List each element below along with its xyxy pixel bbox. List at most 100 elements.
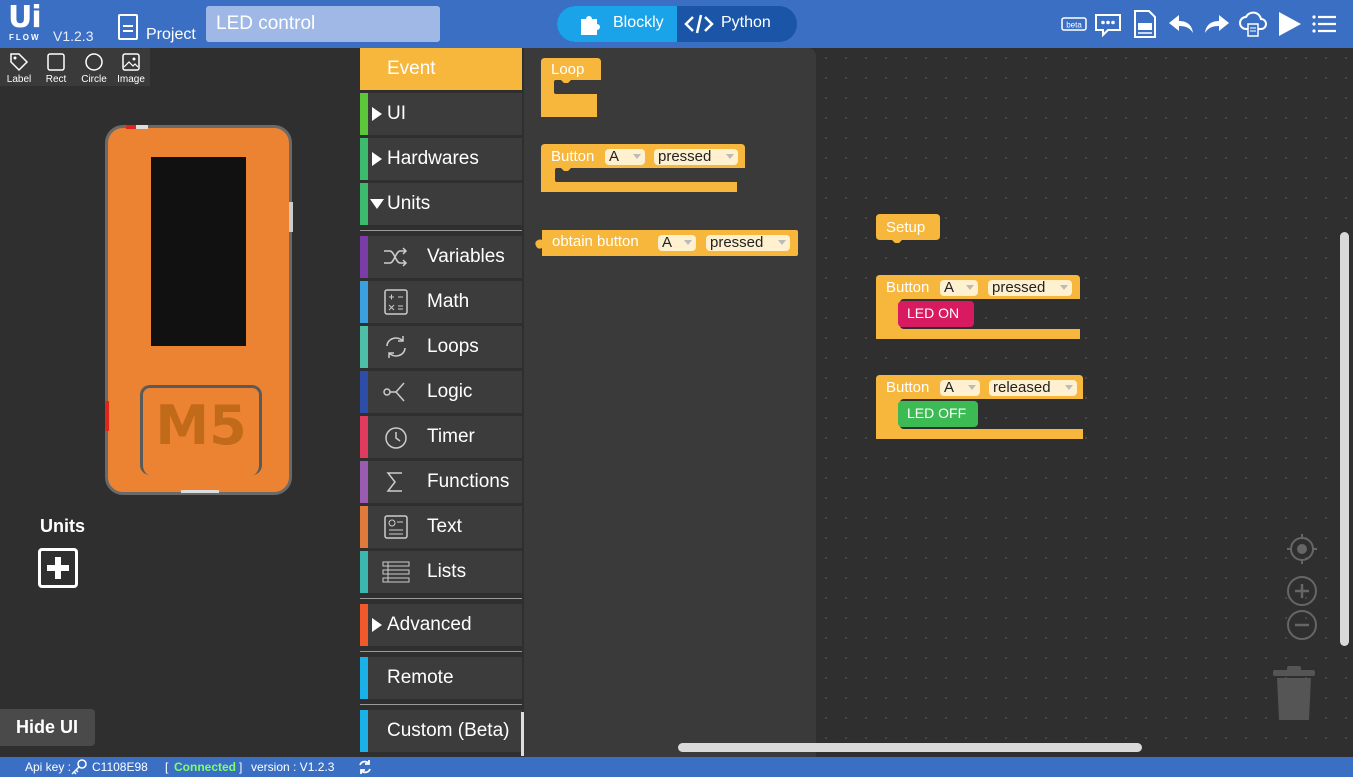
connection-bracket-close: ] xyxy=(239,760,243,774)
setup-block[interactable]: Setup xyxy=(876,214,940,244)
api-doc-icon xyxy=(1134,10,1156,38)
category-label: UI xyxy=(387,103,406,124)
action-select[interactable]: pressed xyxy=(654,149,738,165)
ui-designer-panel: Label Rect Circle Image M5 Units Hide UI xyxy=(0,48,360,757)
category-label: Custom (Beta) xyxy=(387,720,510,741)
field-value: pressed xyxy=(658,148,712,165)
shuffle-icon xyxy=(384,247,408,267)
label-tool[interactable]: Label xyxy=(1,50,37,85)
menu-button[interactable] xyxy=(1310,9,1340,39)
category-ui[interactable]: UI xyxy=(360,93,522,135)
category-functions[interactable]: Functions xyxy=(360,461,522,503)
button-select[interactable]: A xyxy=(605,149,645,165)
category-loops[interactable]: Loops xyxy=(360,326,522,368)
block-label: obtain button xyxy=(552,233,639,250)
puzzle-icon xyxy=(581,16,600,35)
category-color-bar xyxy=(360,506,368,548)
python-mode-button[interactable]: Python xyxy=(677,6,797,42)
chat-button[interactable] xyxy=(1094,9,1124,39)
zoom-in-icon xyxy=(1287,576,1317,606)
tool-label: Image xyxy=(117,74,145,85)
button-select[interactable]: A xyxy=(940,280,978,296)
code-icon xyxy=(684,14,714,34)
image-tool[interactable]: Image xyxy=(113,50,149,85)
hide-ui-button[interactable]: Hide UI xyxy=(0,709,95,746)
undo-button[interactable] xyxy=(1166,9,1196,39)
category-label: Lists xyxy=(427,561,467,582)
category-color-bar xyxy=(360,416,368,458)
category-color-bar xyxy=(360,461,368,503)
category-color-bar xyxy=(360,710,368,752)
beta-feature-button[interactable]: beta xyxy=(1060,9,1090,39)
ui-toolbox: Label Rect Circle Image xyxy=(0,48,150,86)
project-button[interactable]: Project xyxy=(116,12,200,44)
tool-label: Circle xyxy=(81,74,107,85)
blockly-mode-button[interactable]: Blockly xyxy=(557,6,677,42)
add-unit-button[interactable] xyxy=(38,548,78,588)
category-label: Loops xyxy=(427,336,479,357)
category-timer[interactable]: Timer xyxy=(360,416,522,458)
category-variables[interactable]: Variables xyxy=(360,236,522,278)
category-color-bar xyxy=(360,183,368,225)
blockly-workspace[interactable]: Setup Button A pressed LED ON Button A r… xyxy=(816,48,1353,757)
workspace-horizontal-scrollbar[interactable] xyxy=(678,743,1142,752)
field-value: A xyxy=(609,148,620,165)
rect-tool[interactable]: Rect xyxy=(38,50,74,85)
trash-button[interactable] xyxy=(1272,666,1316,722)
button-select[interactable]: A xyxy=(658,235,696,251)
rect-icon xyxy=(47,53,65,71)
led-off-block[interactable]: LED OFF xyxy=(898,401,978,427)
device-brand-label: M5 xyxy=(155,394,247,457)
category-event[interactable]: Event xyxy=(360,48,522,90)
zoom-out-button[interactable] xyxy=(1286,609,1318,641)
category-hardwares[interactable]: Hardwares xyxy=(360,138,522,180)
button-pressed-event-block[interactable]: Button A pressed LED ON xyxy=(876,275,1080,339)
image-icon xyxy=(122,53,140,71)
action-select[interactable]: released xyxy=(989,380,1077,396)
side-button-b xyxy=(289,202,293,232)
project-name-input[interactable] xyxy=(206,6,440,42)
block-label: Button xyxy=(886,379,930,396)
app-version: V1.2.3 xyxy=(53,28,94,44)
led-on-block[interactable]: LED ON xyxy=(898,301,974,327)
api-document-button[interactable] xyxy=(1130,9,1160,39)
redo-button[interactable] xyxy=(1202,9,1232,39)
obtain-button-block[interactable]: obtain button A pressed xyxy=(534,230,798,256)
workspace-vertical-scrollbar[interactable] xyxy=(1340,232,1349,646)
side-button-red xyxy=(105,401,109,431)
action-select[interactable]: pressed xyxy=(988,280,1072,296)
dropdown-arrow-icon xyxy=(968,385,976,390)
loop-icon xyxy=(386,336,406,358)
expand-arrow-icon xyxy=(372,152,382,166)
trash-icon xyxy=(1273,666,1315,720)
sigma-icon xyxy=(386,472,402,492)
loop-block[interactable]: Loop xyxy=(541,58,601,118)
category-text[interactable]: Text xyxy=(360,506,522,548)
category-math[interactable]: Math xyxy=(360,281,522,323)
circle-tool[interactable]: Circle xyxy=(76,50,112,85)
api-key-value: C1108E98 xyxy=(92,760,148,774)
device-screen[interactable] xyxy=(151,157,246,346)
zoom-in-button[interactable] xyxy=(1286,575,1318,607)
recenter-button[interactable] xyxy=(1286,533,1318,565)
button-event-block[interactable]: Button A pressed xyxy=(541,144,745,204)
category-lists[interactable]: Lists xyxy=(360,551,522,593)
connection-bracket-open: [ xyxy=(165,760,169,774)
category-divider xyxy=(360,704,522,705)
button-released-event-block[interactable]: Button A released LED OFF xyxy=(876,375,1083,439)
category-units[interactable]: Units xyxy=(360,183,522,225)
category-remote[interactable]: Remote xyxy=(360,657,522,699)
button-select[interactable]: A xyxy=(940,380,980,396)
category-label: Advanced xyxy=(387,614,472,635)
action-select[interactable]: pressed xyxy=(706,235,790,251)
refresh-icon[interactable] xyxy=(357,759,373,775)
svg-text:beta: beta xyxy=(1066,21,1082,30)
run-button[interactable] xyxy=(1275,9,1305,39)
category-advanced[interactable]: Advanced xyxy=(360,604,522,646)
category-divider xyxy=(360,230,522,231)
api-key-label: Api key : xyxy=(25,760,72,774)
category-custom-beta[interactable]: Custom (Beta) xyxy=(360,710,522,752)
download-button[interactable] xyxy=(1238,9,1268,39)
category-logic[interactable]: Logic xyxy=(360,371,522,413)
redo-icon xyxy=(1205,15,1229,33)
